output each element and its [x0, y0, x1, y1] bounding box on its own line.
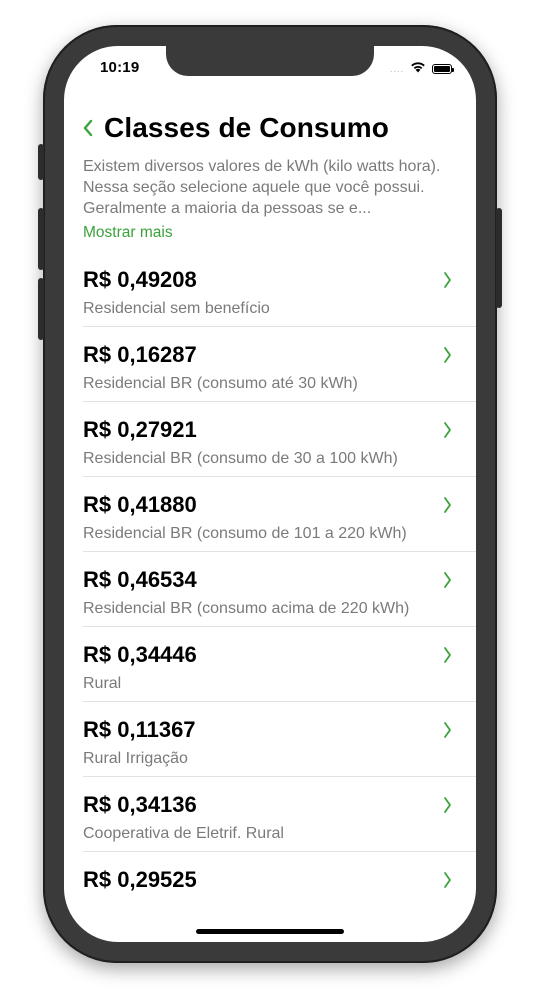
signal-dots-icon: .... — [389, 64, 404, 74]
item-price: R$ 0,34136 — [83, 792, 197, 817]
chevron-right-icon — [444, 497, 451, 513]
chevron-right-icon — [444, 347, 451, 363]
home-indicator[interactable] — [196, 929, 344, 934]
item-label: Residencial BR (consumo até 30 kWh) — [83, 375, 358, 392]
chevron-right-icon — [444, 872, 451, 888]
chevron-right-icon — [444, 272, 451, 288]
status-indicators: .... — [389, 60, 454, 78]
stage: 10:19 .... Classes de Consumo Existem di… — [0, 0, 540, 1004]
chevron-right-icon — [444, 422, 451, 438]
power-button — [496, 208, 502, 308]
list-item[interactable]: R$ 0,34136 Cooperativa de Eletrif. Rural — [64, 777, 476, 852]
item-price: R$ 0,29525 — [83, 867, 197, 892]
item-price: R$ 0,46534 — [83, 567, 197, 592]
item-price: R$ 0,11367 — [83, 717, 196, 742]
list-item[interactable]: R$ 0,11367 Rural Irrigação — [64, 702, 476, 777]
battery-icon — [432, 64, 454, 74]
description-text: Existem diversos valores de kWh (kilo wa… — [83, 158, 441, 217]
item-price: R$ 0,49208 — [83, 267, 197, 292]
list-item[interactable]: R$ 0,29525 — [64, 852, 476, 906]
item-label: Residencial BR (consumo de 30 a 100 kWh) — [83, 450, 398, 467]
mute-switch — [38, 144, 44, 180]
nav-bar: Classes de Consumo — [76, 110, 389, 146]
item-label: Residencial BR (consumo acima de 220 kWh… — [83, 600, 410, 617]
volume-up-button — [38, 208, 44, 270]
chevron-right-icon — [444, 722, 451, 738]
notch — [166, 46, 374, 76]
chevron-right-icon — [444, 797, 451, 813]
list-item[interactable]: R$ 0,16287 Residencial BR (consumo até 3… — [64, 327, 476, 402]
item-label: Rural — [83, 675, 122, 692]
chevron-right-icon — [444, 647, 451, 663]
status-time: 10:19 — [100, 59, 140, 76]
item-price: R$ 0,41880 — [83, 492, 197, 517]
list-item[interactable]: R$ 0,34446 Rural — [64, 627, 476, 702]
consumption-class-list: R$ 0,49208 Residencial sem benefício R$ … — [64, 252, 476, 906]
item-label: Residencial BR (consumo de 101 a 220 kWh… — [83, 525, 407, 542]
wifi-icon — [410, 60, 426, 78]
item-label: Cooperativa de Eletrif. Rural — [83, 825, 284, 842]
list-item[interactable]: R$ 0,49208 Residencial sem benefício — [64, 252, 476, 327]
item-price: R$ 0,16287 — [83, 342, 197, 367]
item-price: R$ 0,27921 — [83, 417, 197, 442]
list-item[interactable]: R$ 0,27921 Residencial BR (consumo de 30… — [64, 402, 476, 477]
item-label: Residencial sem benefício — [83, 300, 270, 317]
page-title: Classes de Consumo — [104, 112, 389, 143]
chevron-right-icon — [444, 572, 451, 588]
item-price: R$ 0,34446 — [83, 642, 197, 667]
list-item[interactable]: R$ 0,46534 Residencial BR (consumo acima… — [64, 552, 476, 627]
show-more-link[interactable]: Mostrar mais — [83, 224, 173, 242]
screen: 10:19 .... Classes de Consumo Existem di… — [64, 46, 476, 942]
list-item[interactable]: R$ 0,41880 Residencial BR (consumo de 10… — [64, 477, 476, 552]
volume-down-button — [38, 278, 44, 340]
chevron-left-icon[interactable] — [76, 110, 100, 146]
item-label: Rural Irrigação — [83, 750, 188, 767]
